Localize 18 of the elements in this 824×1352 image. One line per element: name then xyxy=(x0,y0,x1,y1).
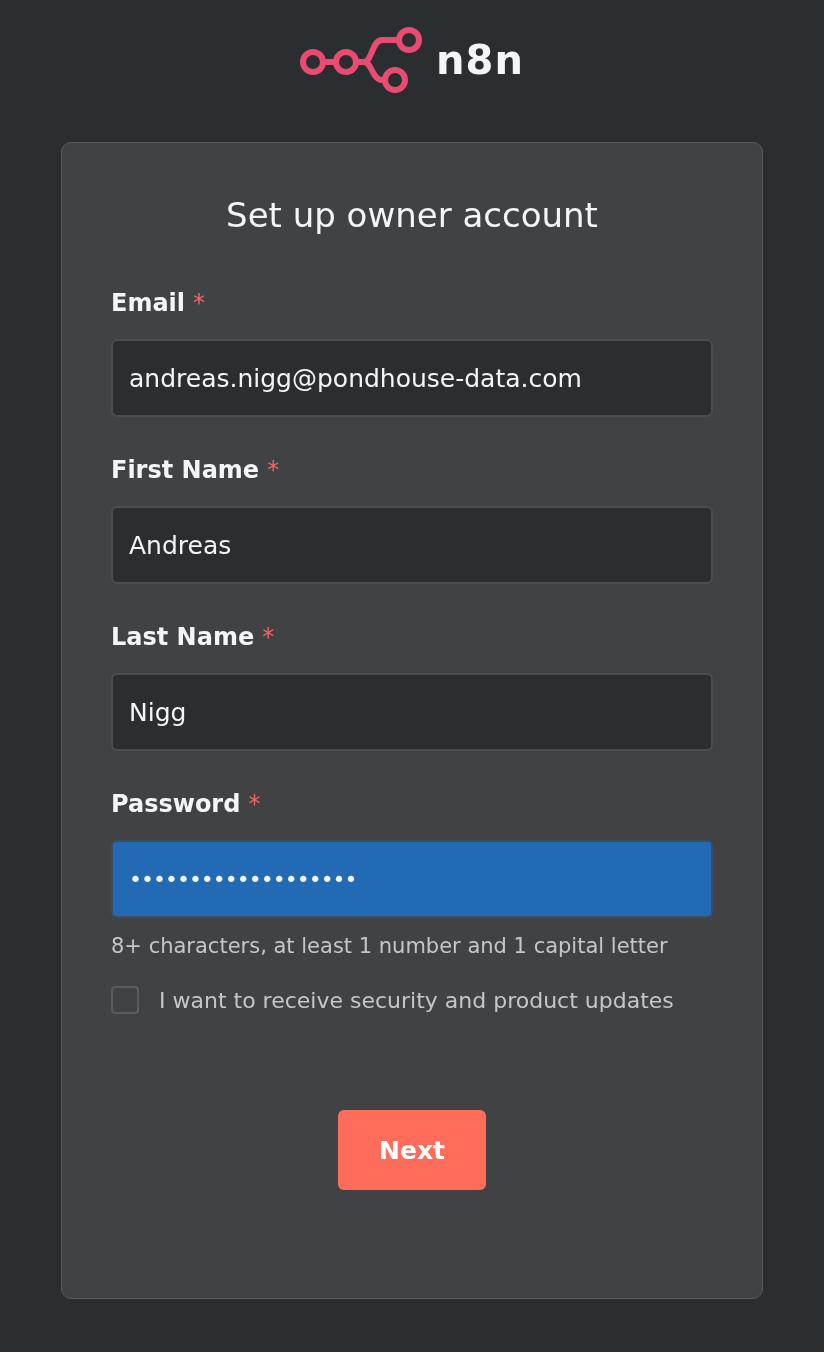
form-title: Set up owner account xyxy=(225,195,599,235)
required-mark: * xyxy=(267,456,280,484)
field-label: Password xyxy=(111,790,241,818)
required-mark: * xyxy=(262,623,275,651)
input-field[interactable]: Andreas xyxy=(111,506,713,584)
field-label: Email xyxy=(111,289,186,317)
required-mark: * xyxy=(248,790,261,818)
input-field[interactable]: Nigg xyxy=(111,673,713,751)
logo-text: n8n xyxy=(436,37,524,83)
checkbox-label[interactable]: I want to receive security and product updates xyxy=(159,987,674,1013)
checkbox[interactable] xyxy=(111,986,139,1014)
logo-icon xyxy=(300,27,423,93)
hint-text: 8+ characters, at least 1 number and 1 capital letter xyxy=(111,934,669,958)
field-label: Last Name xyxy=(111,623,255,651)
input-field[interactable]: ••••••••••••••••••• xyxy=(111,840,713,918)
required-mark: * xyxy=(193,289,206,317)
input-field[interactable]: andreas.nigg@pondhouse-data.com xyxy=(111,339,713,417)
field-label: First Name xyxy=(111,456,260,484)
